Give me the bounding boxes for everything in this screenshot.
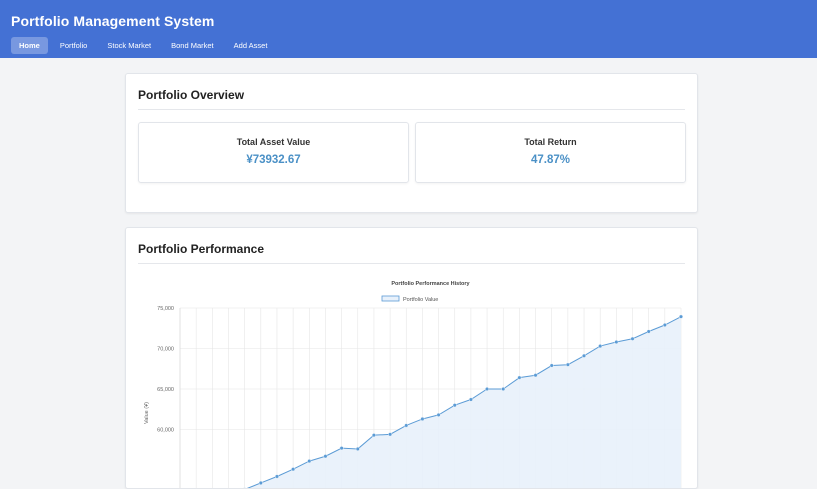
- overview-title: Portfolio Overview: [138, 88, 244, 102]
- area-fill: [180, 317, 681, 488]
- performance-title: Portfolio Performance: [138, 242, 264, 256]
- data-point: [598, 344, 602, 348]
- data-point: [372, 433, 376, 437]
- chart-title: Portfolio Performance History: [391, 281, 470, 287]
- performance-divider: [138, 263, 685, 264]
- nav-stock-market[interactable]: Stock Market: [99, 37, 159, 54]
- data-point: [307, 459, 311, 463]
- total-asset-value: ¥73932.67: [139, 154, 408, 166]
- data-point: [404, 424, 408, 428]
- performance-chart: Portfolio Performance History Portfolio V…: [126, 268, 697, 488]
- y-tick-label: 65,000: [157, 387, 174, 393]
- portfolio-overview-card: Portfolio Overview Total Asset Value ¥73…: [125, 73, 698, 213]
- overview-divider: [138, 109, 685, 110]
- data-point: [469, 398, 473, 402]
- app-title: Portfolio Management System: [11, 13, 214, 29]
- data-point: [582, 354, 586, 358]
- y-tick-label: 70,000: [157, 347, 174, 353]
- data-point: [631, 337, 635, 341]
- main-nav: Home Portfolio Stock Market Bond Market …: [11, 37, 275, 54]
- top-header: Portfolio Management System Home Portfol…: [0, 0, 817, 58]
- y-axis-label: Value (¥): [144, 402, 150, 424]
- nav-bond-market[interactable]: Bond Market: [163, 37, 222, 54]
- data-point: [340, 446, 344, 450]
- data-point: [388, 433, 392, 437]
- data-point: [615, 340, 619, 344]
- y-tick-label: 60,000: [157, 428, 174, 434]
- legend-swatch: [382, 296, 399, 301]
- portfolio-performance-card: Portfolio Performance Portfolio Performa…: [125, 227, 698, 489]
- y-tick-label: 75,000: [157, 306, 174, 312]
- data-point: [518, 376, 522, 380]
- data-point: [679, 315, 683, 319]
- data-point: [356, 447, 360, 451]
- data-point: [501, 387, 505, 391]
- data-point: [453, 403, 457, 407]
- data-point: [550, 364, 554, 368]
- data-point: [275, 475, 279, 479]
- data-point: [566, 363, 570, 367]
- data-point: [259, 481, 263, 485]
- nav-add-asset[interactable]: Add Asset: [226, 37, 276, 54]
- total-asset-label: Total Asset Value: [139, 137, 408, 147]
- data-point: [647, 330, 651, 334]
- total-return-label: Total Return: [416, 137, 685, 147]
- data-point: [421, 417, 425, 421]
- data-point: [485, 387, 489, 391]
- data-point: [534, 373, 538, 377]
- total-return-value: 47.87%: [416, 154, 685, 166]
- total-asset-box: Total Asset Value ¥73932.67: [138, 122, 409, 183]
- total-return-box: Total Return 47.87%: [415, 122, 686, 183]
- data-point: [291, 467, 295, 471]
- data-point: [437, 413, 441, 417]
- data-point: [663, 323, 667, 327]
- legend-label: Portfolio Value: [403, 297, 438, 303]
- data-point: [324, 454, 328, 458]
- nav-portfolio[interactable]: Portfolio: [52, 37, 96, 54]
- nav-home[interactable]: Home: [11, 37, 48, 54]
